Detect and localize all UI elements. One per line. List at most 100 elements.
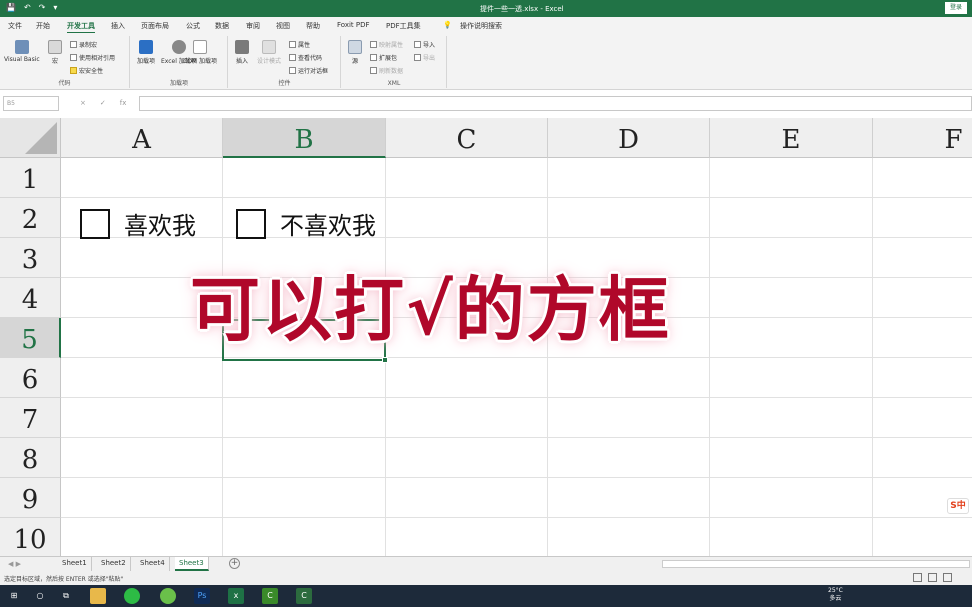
tab-home[interactable]: 开始: [36, 21, 50, 31]
name-box[interactable]: B5: [3, 96, 59, 111]
tab-page-layout[interactable]: 页面布局: [141, 21, 169, 31]
row-header-9[interactable]: 9: [0, 478, 61, 518]
tab-data[interactable]: 数据: [215, 21, 229, 31]
tab-view[interactable]: 视图: [276, 21, 290, 31]
checkbox-label: 喜欢我: [124, 212, 196, 240]
formula-bar: B5 × ✓ fx: [0, 96, 972, 112]
tell-me-search[interactable]: 操作说明搜索: [460, 21, 502, 31]
row-header-2[interactable]: 2: [0, 198, 61, 238]
import-button[interactable]: 导入: [414, 40, 435, 49]
enter-icon[interactable]: ✓: [100, 99, 106, 107]
macros-icon: [48, 40, 62, 54]
normal-view-icon[interactable]: [913, 573, 922, 582]
status-message: 选定目标区域，然后按 ENTER 或选择"粘贴": [4, 576, 124, 583]
column-header-d[interactable]: D: [548, 118, 710, 158]
group-addins: 加载项 Excel 加载项 COM 加载项 加载项: [131, 36, 228, 88]
customize-qa-icon[interactable]: ▾: [53, 3, 57, 12]
save-icon[interactable]: 💾: [6, 3, 16, 12]
ime-badge[interactable]: S中: [947, 498, 969, 514]
macro-security-button[interactable]: 宏安全性: [70, 66, 103, 75]
export-button[interactable]: 导出: [414, 53, 435, 62]
tab-review[interactable]: 审阅: [246, 21, 260, 31]
macros-button[interactable]: 宏: [48, 40, 62, 65]
start-icon[interactable]: ⊞: [6, 588, 22, 604]
page-layout-view-icon[interactable]: [928, 573, 937, 582]
checkbox-square-icon[interactable]: [236, 208, 266, 239]
insert-control-button[interactable]: 插入: [235, 40, 249, 65]
column-header-c[interactable]: C: [386, 118, 548, 158]
properties-button[interactable]: 属性: [289, 40, 310, 49]
relative-refs-button[interactable]: 使用相对引用: [70, 53, 115, 62]
com-addins-button[interactable]: COM 加载项: [183, 40, 217, 65]
row-header-8[interactable]: 8: [0, 438, 61, 478]
row-header-10[interactable]: 10: [0, 518, 61, 556]
page-break-view-icon[interactable]: [943, 573, 952, 582]
redo-icon[interactable]: ↷: [39, 3, 46, 12]
addins-icon: [139, 40, 153, 54]
sheet-tab-sheet1[interactable]: Sheet1: [58, 557, 92, 571]
column-header-b[interactable]: B: [223, 118, 386, 158]
row-header-7[interactable]: 7: [0, 398, 61, 438]
row-header-3[interactable]: 3: [0, 238, 61, 278]
export-icon: [414, 54, 421, 61]
row-header-4[interactable]: 4: [0, 278, 61, 318]
column-header-e[interactable]: E: [710, 118, 873, 158]
view-code-button[interactable]: 查看代码: [289, 53, 322, 62]
browser-icon[interactable]: [160, 588, 176, 604]
task-view-icon[interactable]: ⧉: [58, 588, 74, 604]
tab-file[interactable]: 文件: [8, 21, 22, 31]
camtasia-recorder-icon[interactable]: C: [296, 588, 312, 604]
checkbox-dislike-me[interactable]: 不喜欢我: [236, 206, 376, 241]
tab-foxit-pdf[interactable]: Foxit PDF: [337, 21, 370, 29]
column-header-a[interactable]: A: [61, 118, 223, 158]
group-addins-label: 加载项: [169, 80, 188, 87]
horizontal-scrollbar[interactable]: [662, 560, 970, 568]
sheet-tab-sheet3[interactable]: Sheet3: [175, 557, 209, 571]
add-sheet-icon[interactable]: +: [229, 558, 240, 569]
camtasia-icon[interactable]: C: [262, 588, 278, 604]
sheet-tab-sheet2[interactable]: Sheet2: [97, 557, 131, 571]
map-properties-button[interactable]: 映射属性: [370, 40, 403, 49]
search-icon[interactable]: ○: [32, 588, 48, 604]
insert-function-icon[interactable]: fx: [120, 99, 127, 107]
xml-source-button[interactable]: 源: [348, 40, 362, 65]
run-dialog-button[interactable]: 运行对话框: [289, 66, 328, 75]
login-button[interactable]: 登录: [945, 2, 967, 14]
worksheet-grid[interactable]: A B C D E F 1 2 3 4 5 6 7 8 9 10 喜欢我 不喜欢…: [0, 118, 972, 556]
expansion-packs-button[interactable]: 扩展包: [370, 53, 397, 62]
tab-formulas[interactable]: 公式: [186, 21, 200, 31]
column-header-f[interactable]: F: [873, 118, 972, 158]
design-mode-button[interactable]: 设计模式: [257, 40, 281, 65]
sheet-nav-icon[interactable]: ◀ ▶: [8, 560, 21, 568]
tab-developer[interactable]: 开发工具: [67, 21, 95, 33]
tab-help[interactable]: 帮助: [306, 21, 320, 31]
refresh-data-icon: [370, 67, 377, 74]
fill-handle[interactable]: [382, 357, 388, 363]
undo-icon[interactable]: ↶: [24, 3, 31, 12]
cancel-icon[interactable]: ×: [80, 99, 86, 107]
file-explorer-icon[interactable]: [90, 588, 106, 604]
photoshop-icon[interactable]: Ps: [194, 588, 210, 604]
addins-button[interactable]: 加载项: [137, 40, 155, 65]
wechat-icon[interactable]: [124, 588, 140, 604]
gridline: [61, 517, 972, 518]
tab-pdf-tools[interactable]: PDF工具集: [386, 21, 421, 31]
formula-input[interactable]: [139, 96, 972, 111]
excel-window: 💾 ↶ ↷ ▾ 提件一些一透.xlsx - Excel 登录 文件 开始 开发工…: [0, 0, 972, 607]
weather-widget[interactable]: 25°C 多云: [828, 587, 843, 603]
row-header-1[interactable]: 1: [0, 158, 61, 198]
formula-buttons: × ✓ fx: [80, 99, 126, 107]
tab-insert[interactable]: 插入: [111, 21, 125, 31]
record-macro-button[interactable]: 录制宏: [70, 40, 97, 49]
row-header-6[interactable]: 6: [0, 358, 61, 398]
sheet-tabs-bar: ◀ ▶ Sheet1 Sheet2 Sheet4 Sheet3 +: [0, 556, 972, 571]
checkbox-square-icon[interactable]: [80, 208, 110, 239]
refresh-data-button[interactable]: 刷新数据: [370, 66, 403, 75]
checkbox-like-me[interactable]: 喜欢我: [80, 206, 196, 241]
gridline: [61, 197, 972, 198]
select-all-button[interactable]: [0, 118, 61, 158]
row-header-5[interactable]: 5: [0, 318, 61, 358]
sheet-tab-sheet4[interactable]: Sheet4: [136, 557, 170, 571]
excel-icon[interactable]: x: [228, 588, 244, 604]
visual-basic-button[interactable]: Visual Basic: [4, 40, 40, 63]
